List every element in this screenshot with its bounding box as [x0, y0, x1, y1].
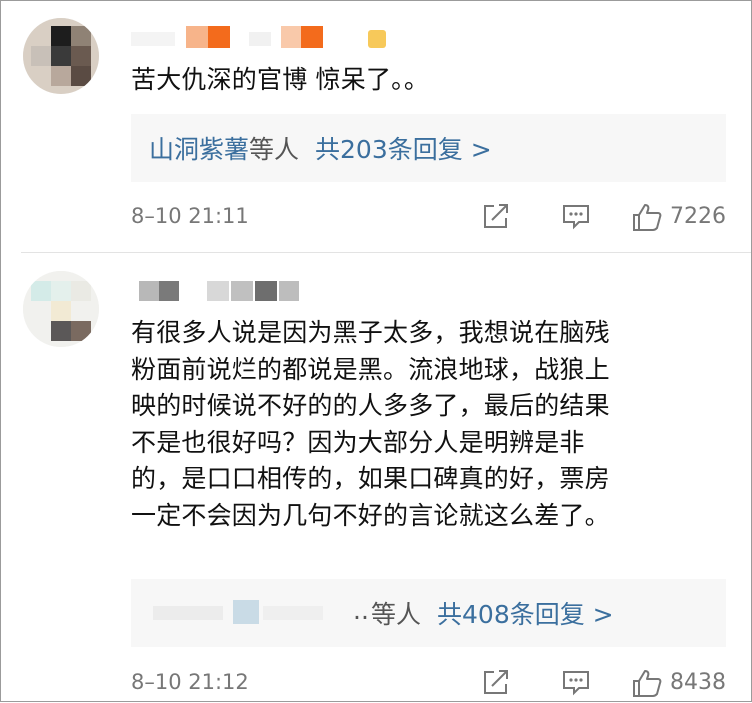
like-icon[interactable]: [632, 668, 662, 697]
reply-suffix: 等人: [371, 600, 422, 629]
like-button[interactable]: 8438: [632, 668, 726, 697]
like-count: 7226: [670, 203, 726, 229]
reply-names: ..: [353, 596, 369, 625]
comment-meta: 8–10 21:11 7226: [131, 199, 726, 233]
comment-actions: 8438: [482, 668, 726, 697]
reply-count-link[interactable]: 共203条回复 >: [315, 130, 492, 166]
comment-divider: [21, 252, 751, 253]
comment-text: 有很多人说是因为黑子太多，我想说在脑残 粉面前说烂的都说是黑。流浪地球，战狼上 …: [131, 315, 721, 534]
comment-line: 有很多人说是因为黑子太多，我想说在脑残: [131, 318, 610, 347]
weibo-comment-list: 苦大仇深的官博 惊呆了。。 山洞紫薯 等人 共203条回复 > 8–10 21:…: [0, 0, 752, 702]
comment-meta: 8–10 21:12 8438: [131, 665, 726, 699]
reply-count-link[interactable]: 共408条回复 >: [437, 595, 614, 631]
reply-names[interactable]: 山洞紫薯: [149, 130, 249, 166]
comment-actions: 7226: [482, 202, 726, 231]
like-count: 8438: [670, 669, 726, 695]
like-button[interactable]: 7226: [632, 202, 726, 231]
avatar[interactable]: [23, 18, 99, 94]
reply-suffix: 等人: [249, 135, 300, 164]
share-icon[interactable]: [482, 202, 510, 230]
reply-preview[interactable]: .. 等人 共408条回复 >: [131, 579, 726, 647]
username-blurred[interactable]: [131, 278, 321, 302]
comment-line: 粉面前说烂的都说是黑。流浪地球，战狼上: [131, 354, 610, 384]
comment-line: 映的时候说不好的的人多多了，最后的结果: [131, 391, 610, 420]
username-blurred[interactable]: [131, 26, 401, 50]
comment-icon[interactable]: [562, 668, 590, 696]
comment-line: 的，是口口相传的，如果口碑真的好，票房: [131, 464, 610, 493]
reply-names-blurred[interactable]: ..: [149, 596, 371, 628]
share-icon[interactable]: [482, 668, 510, 696]
comment-line: 不是也很好吗？因为大部分人是明辨是非: [131, 427, 585, 457]
timestamp: 8–10 21:11: [131, 204, 249, 228]
avatar[interactable]: [23, 271, 99, 347]
like-icon[interactable]: [632, 202, 662, 231]
comment-line: 一定不会因为几句不好的言论就这么差了。: [131, 500, 610, 530]
reply-preview[interactable]: 山洞紫薯 等人 共203条回复 >: [131, 114, 726, 182]
comment-text: 苦大仇深的官博 惊呆了。。: [131, 62, 721, 99]
timestamp: 8–10 21:12: [131, 670, 249, 694]
comment-line: 苦大仇深的官博 惊呆了。。: [131, 65, 430, 94]
comment-icon[interactable]: [562, 202, 590, 230]
